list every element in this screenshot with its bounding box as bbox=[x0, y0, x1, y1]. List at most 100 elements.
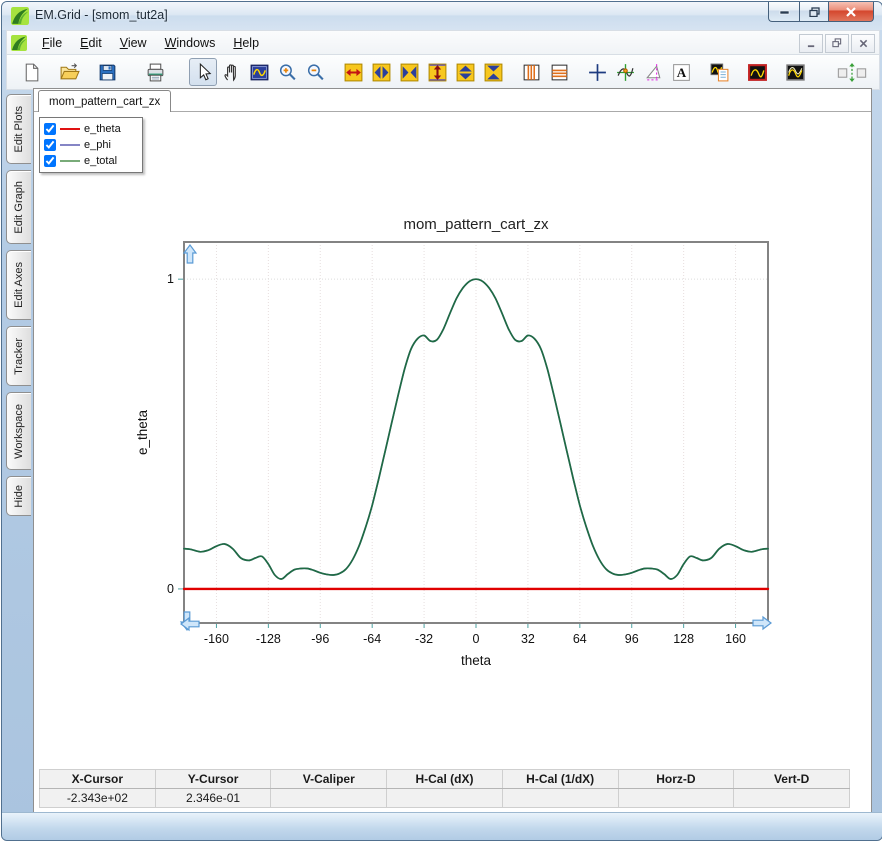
plot-legend-view-button[interactable] bbox=[705, 58, 733, 86]
window-status-strip bbox=[2, 812, 882, 840]
svg-text:-96: -96 bbox=[311, 632, 329, 646]
child-restore-icon bbox=[832, 38, 842, 48]
status-col-header: X-Cursor bbox=[39, 769, 156, 789]
legend-checkbox-e-theta[interactable] bbox=[44, 123, 56, 135]
svg-text:0: 0 bbox=[167, 582, 174, 596]
zoom-out-button[interactable] bbox=[301, 58, 329, 86]
sidebar-tab-edit-graph[interactable]: Edit Graph bbox=[6, 170, 31, 244]
save-button[interactable] bbox=[93, 58, 121, 86]
svg-text:160: 160 bbox=[725, 632, 746, 646]
new-document-button[interactable] bbox=[17, 58, 45, 86]
legend-checkbox-e-phi[interactable] bbox=[44, 139, 56, 151]
zoom-out-icon bbox=[307, 63, 324, 80]
minimize-button[interactable] bbox=[768, 2, 799, 22]
status-value-cell bbox=[733, 788, 850, 808]
status-value-cell bbox=[270, 788, 388, 808]
zoom-in-icon bbox=[279, 63, 296, 80]
h-zoom-arrows-button[interactable] bbox=[339, 58, 367, 86]
tile-vertical-icon bbox=[837, 62, 867, 82]
h-compress-icon bbox=[400, 63, 418, 81]
svg-text:32: 32 bbox=[521, 632, 535, 646]
chart-canvas[interactable]: -160 -128 -96 -64 -32 0 32 64 96 128 160 0 1 mom_patt… bbox=[103, 208, 803, 678]
svg-text:-128: -128 bbox=[256, 632, 281, 646]
sidebar-tab-label: Edit Plots bbox=[13, 105, 25, 153]
tracker-icon bbox=[616, 63, 634, 81]
sidebar-tab-edit-plots[interactable]: Edit Plots bbox=[6, 94, 31, 164]
status-col-header: Vert-D bbox=[733, 769, 850, 789]
caliper-triangle-button[interactable] bbox=[639, 58, 667, 86]
v-zoom-arrows-button[interactable] bbox=[423, 58, 451, 86]
print-button[interactable] bbox=[141, 58, 169, 86]
fit-view-button[interactable] bbox=[245, 58, 273, 86]
child-minimize-button[interactable] bbox=[799, 33, 823, 53]
menu-help[interactable]: Help bbox=[224, 33, 268, 53]
menu-edit[interactable]: Edit bbox=[71, 33, 111, 53]
fit-view-icon bbox=[250, 64, 268, 80]
titlebar[interactable]: EM.Grid - [smom_tut2a] bbox=[2, 2, 882, 30]
legend-panel: e_theta e_phi e_total bbox=[39, 117, 143, 173]
v-compress-icon bbox=[484, 63, 502, 81]
legend-checkbox-e-total[interactable] bbox=[44, 155, 56, 167]
document-logo-icon bbox=[11, 35, 27, 51]
pan-hand-icon bbox=[223, 63, 236, 82]
select-cursor-button[interactable] bbox=[189, 58, 217, 86]
menu-view[interactable]: View bbox=[111, 33, 156, 53]
legend-line-sample bbox=[60, 160, 80, 162]
tile-vertical-button[interactable] bbox=[829, 58, 875, 86]
menu-windows[interactable]: Windows bbox=[156, 33, 225, 53]
legend-line-sample bbox=[60, 144, 80, 146]
svg-text:mom_pattern_cart_zx: mom_pattern_cart_zx bbox=[403, 216, 549, 233]
crosshair-icon bbox=[588, 63, 606, 81]
toolbar: A Layout bbox=[6, 54, 880, 90]
single-graph-view-button[interactable] bbox=[743, 58, 771, 86]
tracker-button[interactable] bbox=[611, 58, 639, 86]
crosshair-button[interactable] bbox=[583, 58, 611, 86]
tab-mom-pattern-cart-zx[interactable]: mom_pattern_cart_zx bbox=[38, 90, 172, 112]
status-value-cell: -2.343e+02 bbox=[39, 788, 156, 808]
sidebar-tab-hide[interactable]: Hide bbox=[6, 476, 31, 516]
close-button[interactable] bbox=[828, 2, 874, 22]
sidebar-tab-tracker[interactable]: Tracker bbox=[6, 326, 31, 386]
text-label-button[interactable]: A bbox=[667, 58, 695, 86]
child-restore-button[interactable] bbox=[825, 33, 849, 53]
pan-hand-button[interactable] bbox=[217, 58, 245, 86]
status-col-header: V-Caliper bbox=[270, 769, 388, 789]
window-title: EM.Grid - [smom_tut2a] bbox=[35, 8, 168, 22]
sidebar-tab-label: Edit Graph bbox=[13, 180, 25, 234]
legend-label: e_phi bbox=[84, 139, 111, 151]
sidebar-tab-workspace[interactable]: Workspace bbox=[6, 392, 31, 470]
app-logo-icon bbox=[11, 7, 29, 25]
sidebar-tab-edit-axes[interactable]: Edit Axes bbox=[6, 250, 31, 320]
close-icon bbox=[846, 6, 856, 17]
menubar: File Edit View Windows Help bbox=[6, 30, 880, 55]
legend-label: e_theta bbox=[84, 123, 121, 135]
caliper-triangle-icon bbox=[645, 63, 660, 81]
axis-arrow-up-icon[interactable] bbox=[182, 244, 198, 264]
open-file-button[interactable] bbox=[55, 58, 83, 86]
v-zoom-arrows-icon bbox=[428, 63, 446, 81]
v-expand-button[interactable] bbox=[451, 58, 479, 86]
svg-text:64: 64 bbox=[573, 632, 587, 646]
zoom-in-button[interactable] bbox=[273, 58, 301, 86]
maximize-button[interactable] bbox=[799, 2, 828, 22]
status-col-header: H-Cal (dX) bbox=[386, 769, 503, 789]
v-expand-icon bbox=[456, 63, 474, 81]
multi-graph-view-button[interactable] bbox=[781, 58, 809, 86]
horizontal-gridlines-button[interactable] bbox=[545, 58, 573, 86]
select-arrow-icon bbox=[199, 62, 211, 80]
open-folder-icon bbox=[59, 62, 80, 79]
app-window: EM.Grid - [smom_tut2a] File Edit View Wi… bbox=[1, 1, 882, 841]
child-close-button[interactable] bbox=[851, 33, 875, 53]
vertical-gridlines-button[interactable] bbox=[517, 58, 545, 86]
h-expand-button[interactable] bbox=[367, 58, 395, 86]
status-value-cell bbox=[617, 788, 735, 808]
h-compress-button[interactable] bbox=[395, 58, 423, 86]
status-value-cell: 2.346e-01 bbox=[154, 788, 272, 808]
text-label-icon: A bbox=[672, 63, 690, 81]
menu-file[interactable]: File bbox=[33, 33, 71, 53]
restore-icon bbox=[808, 6, 820, 17]
v-compress-button[interactable] bbox=[479, 58, 507, 86]
legend-label: e_total bbox=[84, 155, 118, 167]
legend-line-sample bbox=[60, 128, 80, 130]
vertical-gridlines-icon bbox=[523, 64, 539, 80]
